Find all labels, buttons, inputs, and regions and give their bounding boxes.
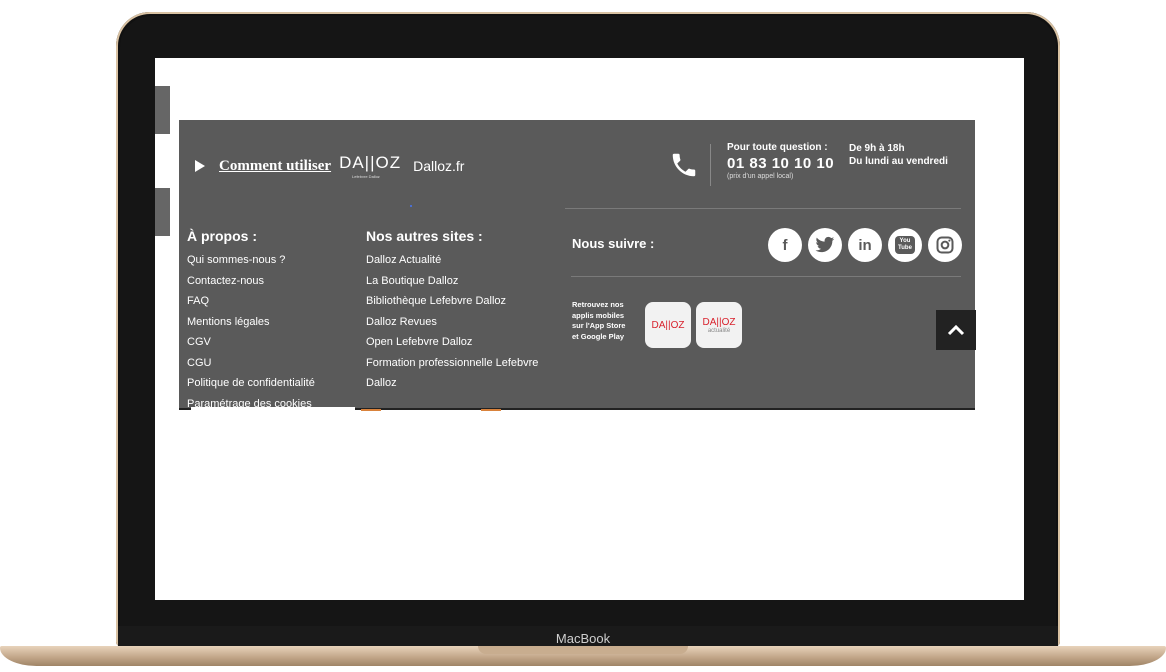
dalloz-app-label: DA||OZ [651, 319, 685, 331]
apps-text-line: et Google Play [572, 331, 625, 341]
phone-icon [672, 153, 696, 177]
dalloz-fr-label[interactable]: Dalloz.fr [413, 158, 464, 174]
topbar-divider [565, 208, 961, 209]
dalloz-logo: DA||OZ [339, 153, 402, 172]
side-tab[interactable] [155, 86, 170, 134]
linkedin-icon[interactable]: in [848, 228, 882, 262]
footer-link[interactable]: Mentions légales [187, 312, 315, 333]
apps-text: Retrouvez nos applis mobiles sur l'App S… [572, 300, 625, 342]
chevron-up-icon [947, 324, 965, 336]
focus-dot [410, 205, 412, 207]
footer-link[interactable]: CGV [187, 332, 315, 353]
social-icons: f in You Tube [768, 228, 962, 262]
footer-link[interactable]: La Boutique Dalloz [366, 271, 538, 292]
footer-link[interactable]: Dalloz Actualité [366, 250, 538, 271]
screen: Comment utiliser DA||OZ Dalloz.fr Lefebv… [155, 58, 1024, 600]
site-footer: Comment utiliser DA||OZ Dalloz.fr Lefebv… [179, 120, 976, 411]
youtube-icon[interactable]: You Tube [888, 228, 922, 262]
twitter-icon[interactable] [808, 228, 842, 262]
footer-link[interactable]: Contactez-nous [187, 271, 315, 292]
dalloz-logo-subtitle: Lefebvre Dalloz [352, 174, 380, 179]
orange-marker [481, 409, 501, 411]
footer-link[interactable]: FAQ [187, 291, 315, 312]
footer-link[interactable]: Dalloz [366, 373, 538, 394]
device-brand: MacBook [555, 631, 611, 646]
contact-block: Pour toute question : 01 83 10 10 10 (pr… [727, 142, 834, 180]
dalloz-app-icon[interactable]: DA||OZ [645, 302, 691, 348]
footer-link[interactable]: Formation professionnelle Lefebvre [366, 353, 538, 374]
dalloz-actualite-app-label: DA||OZ [702, 316, 736, 328]
dalloz-actualite-app-icon[interactable]: DA||OZ actualité [696, 302, 742, 348]
footer-topbar: Comment utiliser DA||OZ Dalloz.fr Lefebv… [179, 120, 975, 210]
other-sites-column: Nos autres sites : Dalloz Actualité La B… [366, 228, 538, 394]
footer-link[interactable]: CGU [187, 353, 315, 374]
follow-label: Nous suivre : [572, 236, 655, 251]
about-column: À propos : Qui sommes-nous ? Contactez-n… [187, 228, 315, 414]
hours-line1: De 9h à 18h [849, 143, 905, 154]
apps-text-line: applis mobiles [572, 310, 625, 320]
footer-link[interactable]: Politique de confidentialité [187, 373, 315, 394]
orange-marker [361, 409, 381, 411]
laptop-notch [478, 646, 688, 654]
follow-divider [571, 276, 961, 277]
side-tab[interactable] [155, 188, 170, 236]
phone-number[interactable]: 01 83 10 10 10 [727, 155, 834, 172]
about-title: À propos : [187, 228, 257, 244]
apps-text-line: Retrouvez nos [572, 300, 624, 309]
youtube-badge: You Tube [895, 236, 915, 254]
footer-link[interactable]: Qui sommes-nous ? [187, 250, 315, 271]
hours-line2: Du lundi au vendredi [849, 156, 948, 167]
how-to-use-link[interactable]: Comment utiliser DA||OZ Dalloz.fr [195, 153, 464, 176]
contact-question: Pour toute question : [727, 142, 828, 153]
footer-link[interactable]: Open Lefebvre Dalloz [366, 332, 538, 353]
footer-bottom-highlight [191, 407, 355, 410]
other-sites-title: Nos autres sites : [366, 228, 483, 244]
footer-link[interactable]: Paramétrage des cookies [187, 394, 315, 415]
how-to-use-label[interactable]: Comment utiliser [219, 158, 331, 175]
opening-hours: De 9h à 18h Du lundi au vendredi [849, 142, 948, 168]
contact-divider [710, 144, 711, 186]
play-triangle-icon [195, 160, 205, 172]
price-note: (prix d'un appel local) [727, 173, 794, 180]
back-to-top-button[interactable] [936, 310, 976, 350]
dalloz-actualite-app-sub: actualité [707, 327, 731, 334]
footer-link[interactable]: Dalloz Revues [366, 312, 538, 333]
footer-link[interactable]: Bibliothèque Lefebvre Dalloz [366, 291, 538, 312]
instagram-icon[interactable] [928, 228, 962, 262]
apps-text-line: sur l'App Store [572, 321, 626, 330]
facebook-icon[interactable]: f [768, 228, 802, 262]
